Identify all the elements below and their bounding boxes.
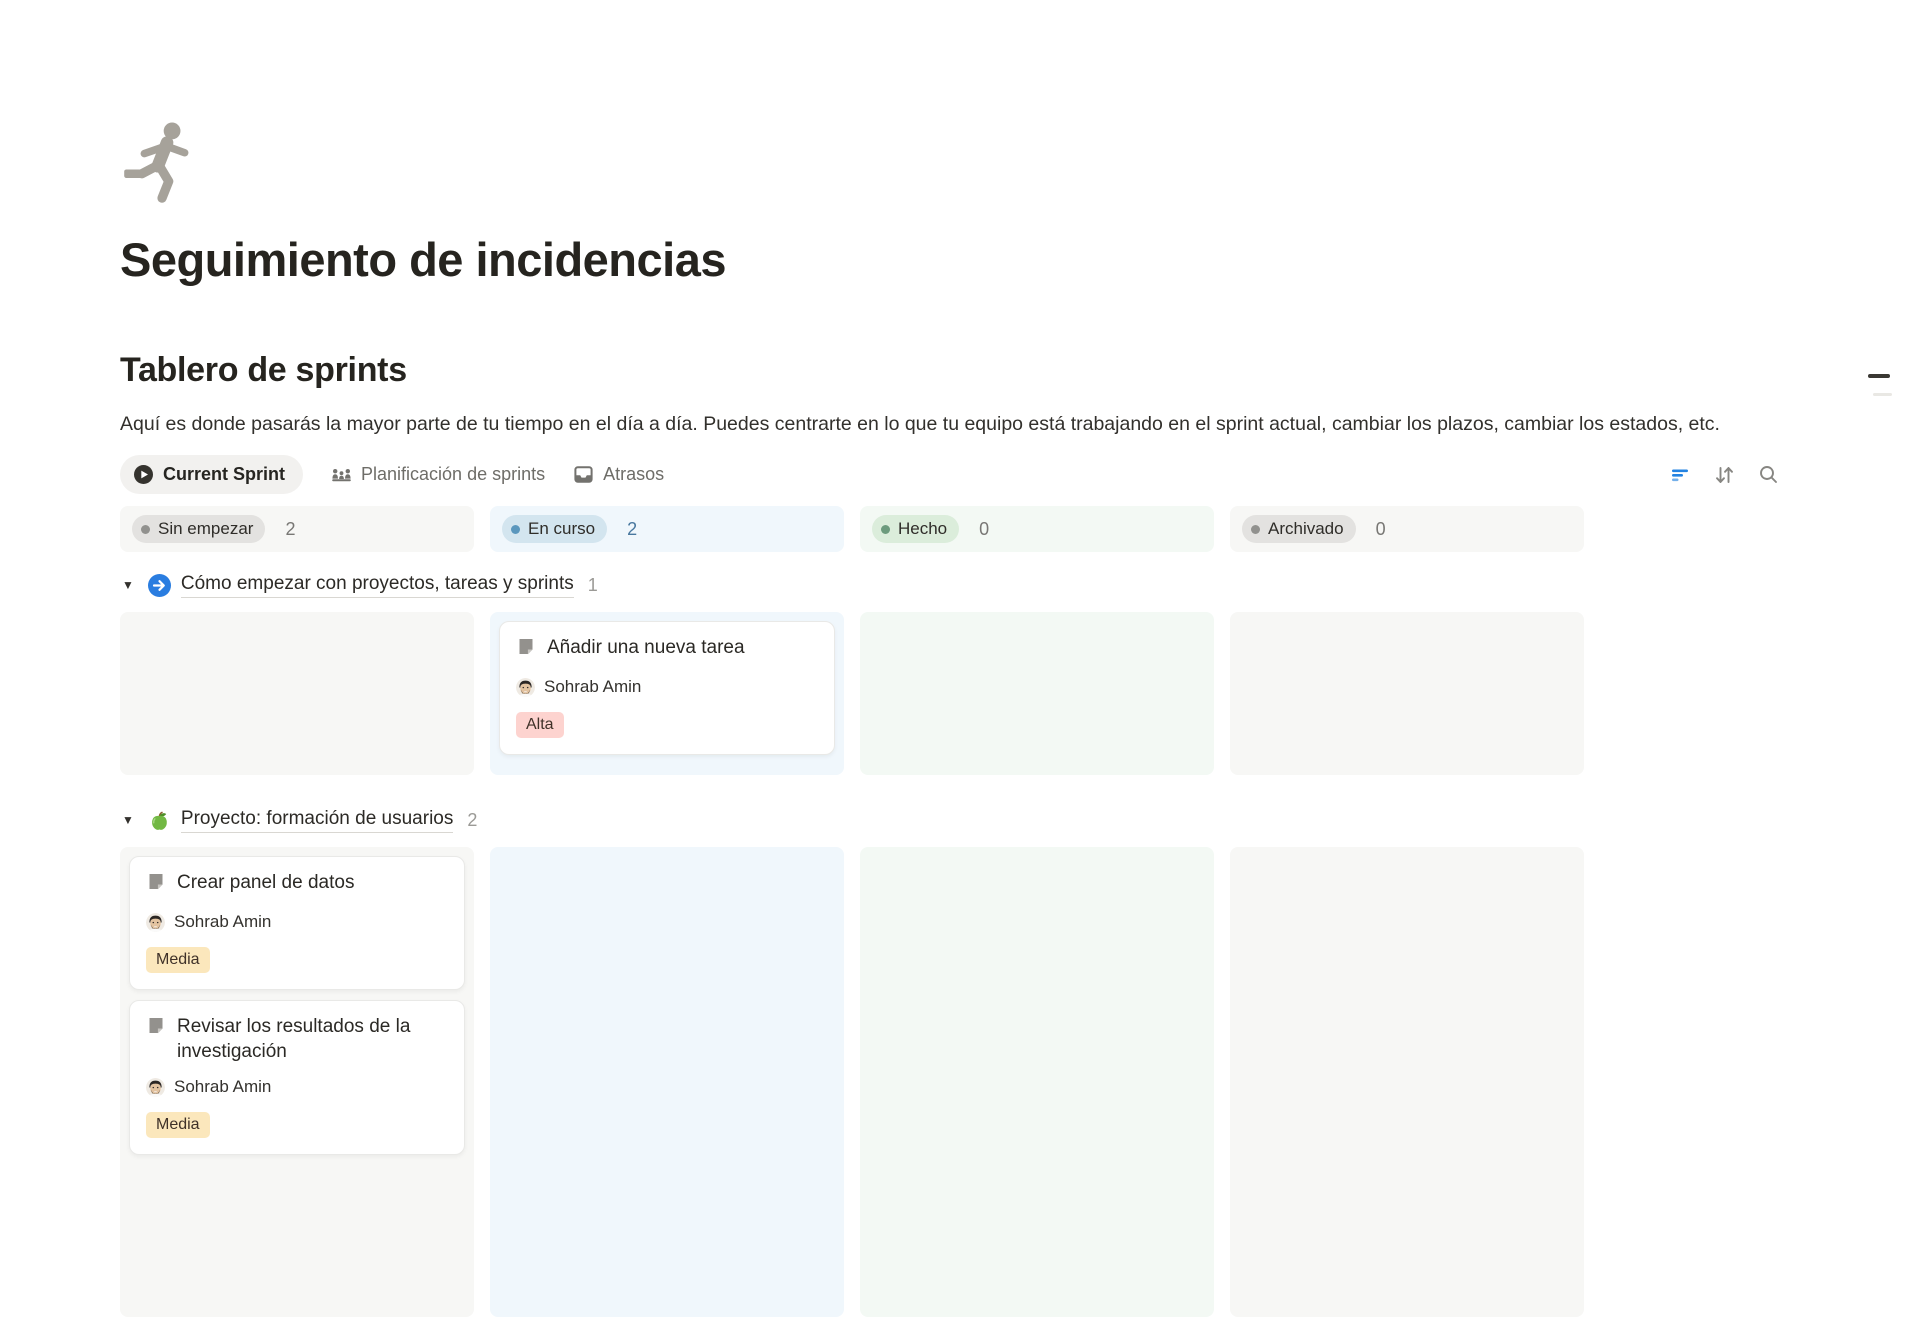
column-label: Hecho — [898, 519, 947, 539]
task-card[interactable]: Revisar los resultados de la investigaci… — [129, 1000, 465, 1155]
column-header-hecho[interactable]: Hecho 0 — [860, 506, 1214, 552]
lane-en-curso[interactable]: Añadir una nueva tarea Sohrab Amin Alta — [490, 612, 844, 775]
lane-en-curso[interactable] — [490, 847, 844, 1317]
lane-archivado[interactable] — [1230, 847, 1584, 1317]
avatar — [146, 913, 165, 932]
column-count: 0 — [979, 519, 989, 540]
page-icon — [146, 872, 166, 899]
toc-bar-light — [1873, 393, 1892, 396]
view-tab-bar: Current Sprint Planificación de sprints — [120, 455, 1790, 494]
assignee-name: Sohrab Amin — [174, 1077, 271, 1097]
board-column-headers: Sin empezar 2 En curso 2 Hecho 0 Archiva… — [120, 506, 1584, 552]
group-lanes: Crear panel de datos Sohrab Amin Media R… — [120, 847, 1584, 1317]
page-icon — [146, 1016, 166, 1064]
assignee-row: Sohrab Amin — [516, 677, 818, 697]
avatar — [516, 678, 535, 697]
column-count: 0 — [1376, 519, 1386, 540]
tab-backlog[interactable]: Atrasos — [573, 464, 664, 485]
sort-icon[interactable] — [1712, 463, 1736, 487]
lane-sin-empezar[interactable]: Crear panel de datos Sohrab Amin Media R… — [120, 847, 474, 1317]
column-count: 2 — [627, 519, 637, 540]
group-title[interactable]: Cómo empezar con proyectos, tareas y spr… — [181, 573, 574, 598]
section-heading: Tablero de sprints — [120, 350, 1920, 391]
column-header-archivado[interactable]: Archivado 0 — [1230, 506, 1584, 552]
task-card[interactable]: Añadir una nueva tarea Sohrab Amin Alta — [499, 621, 835, 755]
assignee-row: Sohrab Amin — [146, 912, 448, 932]
blue-arrow-circle-icon — [148, 574, 171, 597]
running-person-icon[interactable] — [120, 118, 204, 206]
page-icon — [516, 637, 536, 664]
tab-sprint-planning[interactable]: Planificación de sprints — [331, 464, 545, 485]
status-dot — [141, 525, 150, 534]
card-title: Añadir una nueva tarea — [547, 635, 745, 664]
column-label: Archivado — [1268, 519, 1344, 539]
toc-bar-dark — [1868, 374, 1890, 378]
status-dot — [511, 525, 520, 534]
priority-badge: Media — [146, 947, 210, 973]
assignee-row: Sohrab Amin — [146, 1077, 448, 1097]
group-header-getting-started: ▼ Cómo empezar con proyectos, tareas y s… — [122, 570, 1584, 600]
group-lanes: Añadir una nueva tarea Sohrab Amin Alta — [120, 612, 1584, 775]
column-count: 2 — [285, 519, 295, 540]
tab-label: Current Sprint — [163, 464, 285, 485]
section-description: Aquí es donde pasarás la mayor parte de … — [120, 409, 1783, 439]
card-title: Crear panel de datos — [177, 870, 354, 899]
column-label: En curso — [528, 519, 595, 539]
lane-archivado[interactable] — [1230, 612, 1584, 775]
table-of-contents-indicator[interactable] — [1868, 374, 1892, 396]
task-card[interactable]: Crear panel de datos Sohrab Amin Media — [129, 856, 465, 990]
board-toolbar — [1668, 463, 1790, 487]
lane-hecho[interactable] — [860, 847, 1214, 1317]
card-title: Revisar los resultados de la investigaci… — [177, 1014, 448, 1064]
column-header-en-curso[interactable]: En curso 2 — [490, 506, 844, 552]
green-apple-icon — [148, 809, 171, 832]
group-title[interactable]: Proyecto: formación de usuarios — [181, 808, 453, 833]
priority-badge: Media — [146, 1112, 210, 1138]
collapse-toggle-icon[interactable]: ▼ — [122, 578, 134, 592]
inbox-icon — [573, 464, 594, 485]
group-count: 1 — [588, 575, 598, 596]
assignee-name: Sohrab Amin — [174, 912, 271, 932]
tab-label: Planificación de sprints — [361, 464, 545, 485]
avatar — [146, 1078, 165, 1097]
status-dot — [1251, 525, 1260, 534]
play-circle-icon — [133, 464, 154, 485]
view-tabs: Current Sprint Planificación de sprints — [120, 455, 664, 494]
search-icon[interactable] — [1756, 463, 1780, 487]
status-dot — [881, 525, 890, 534]
group-count: 2 — [467, 810, 477, 831]
sprint-board: Sin empezar 2 En curso 2 Hecho 0 Archiva… — [120, 506, 1584, 1317]
assignee-name: Sohrab Amin — [544, 677, 641, 697]
column-label: Sin empezar — [158, 519, 253, 539]
lane-hecho[interactable] — [860, 612, 1214, 775]
column-header-sin-empezar[interactable]: Sin empezar 2 — [120, 506, 474, 552]
page: Seguimiento de incidencias Tablero de sp… — [0, 118, 1920, 1317]
group-header-proyecto-formacion: ▼ Proyecto: formación de usuarios 2 — [122, 805, 1584, 835]
collapse-toggle-icon[interactable]: ▼ — [122, 813, 134, 827]
page-title: Seguimiento de incidencias — [120, 232, 1920, 288]
lane-sin-empezar[interactable] — [120, 612, 474, 775]
filter-icon[interactable] — [1668, 463, 1692, 487]
priority-badge: Alta — [516, 712, 564, 738]
tab-current-sprint[interactable]: Current Sprint — [120, 455, 303, 494]
sprint-planning-icon — [331, 464, 352, 485]
tab-label: Atrasos — [603, 464, 664, 485]
